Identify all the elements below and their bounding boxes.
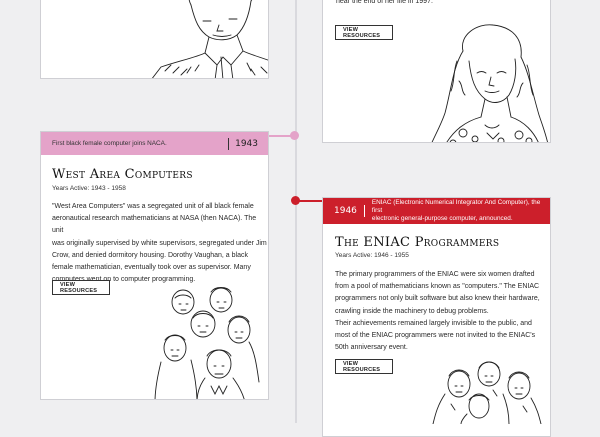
body-line: from a pool of mathematicians known as "… [335, 283, 540, 291]
body-line: Crow, and denied dormitory housing. Doro… [52, 251, 248, 259]
portrait-sketch-woman [431, 24, 549, 142]
card-title: West Area Computers [52, 167, 193, 182]
timeline-card-west-area-computers: First black female computer joins NACA. … [40, 131, 269, 400]
body-line: "West Area Computers" was a segregated u… [52, 203, 254, 210]
banner-divider [228, 137, 230, 150]
banner-divider [363, 205, 365, 217]
card-body: "West Area Computers" was a segregated u… [52, 201, 268, 286]
body-line: aeronautical research mathematicians at … [52, 215, 257, 235]
timeline-card-eniac-programmers: 1946 ENIAC (Electronic Numerical Integra… [322, 197, 551, 437]
years-active: Years Active: 1946 - 1955 [335, 252, 409, 259]
banner-text: ENIAC (Electronic Numerical Integrator A… [372, 199, 542, 223]
timeline-card-top-left [40, 0, 269, 79]
banner-text: First black female computer joins NACA. [52, 139, 167, 147]
body-line: 50th anniversary event. [335, 344, 408, 352]
body-line: programmers not only built software but … [335, 295, 540, 303]
card-title: The ENIAC Programmers [335, 235, 500, 250]
body-line: most of the ENIAC programmers were not i… [335, 332, 536, 340]
banner-text-line: electronic general-purpose computer, ann… [371, 215, 513, 222]
body-line: The primary programmers of the ENIAC wer… [335, 271, 535, 278]
body-line: Their achievements remained largely invi… [335, 319, 532, 327]
card-body-tail: near the end of her life in 1997. [336, 0, 433, 5]
group-sketch-programmers [432, 361, 542, 424]
view-resources-button[interactable]: VIEW RESOURCES [335, 359, 393, 374]
body-line: crawling inside the machinery to debug p… [335, 307, 489, 315]
view-resources-button[interactable]: VIEW RESOURCES [52, 280, 110, 295]
years-active: Years Active: 1943 - 1958 [52, 185, 126, 192]
portrait-sketch-man [151, 0, 268, 78]
timeline-dot-1943 [290, 131, 299, 140]
year-label: 1943 [235, 138, 258, 149]
timeline-connector-1946 [297, 200, 322, 202]
banner-text-line: ENIAC (Electronic Numerical Integrator A… [371, 199, 541, 214]
timeline-card-top-right: near the end of her life in 1997. VIEW R… [322, 0, 551, 143]
year-label: 1946 [334, 206, 357, 216]
card-banner: 1946 ENIAC (Electronic Numerical Integra… [323, 198, 550, 224]
timeline-dot-1946 [291, 196, 300, 205]
view-resources-button[interactable]: VIEW RESOURCES [335, 25, 393, 40]
timeline-line [295, 0, 297, 423]
card-body: The primary programmers of the ENIAC wer… [335, 269, 540, 354]
card-banner: First black female computer joins NACA. … [41, 132, 268, 155]
group-sketch-women [154, 287, 260, 399]
body-line: female mathematician, eventually took ov… [52, 264, 251, 272]
body-line: was originally supervised by white super… [52, 239, 267, 247]
